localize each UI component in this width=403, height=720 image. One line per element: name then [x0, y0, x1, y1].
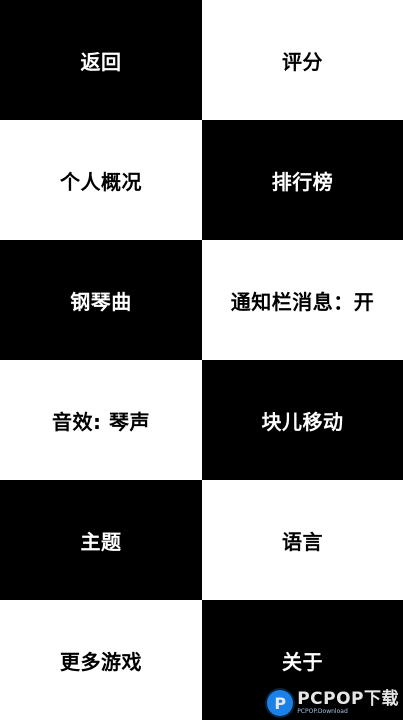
language-button[interactable]: 语言	[202, 480, 403, 600]
notification-toggle[interactable]: 通知栏消息：开	[202, 240, 403, 360]
watermark-text: PCPOP下载 PCPOP.Download	[297, 691, 399, 715]
back-label: 返回	[80, 49, 122, 74]
theme-button[interactable]: 主题	[0, 480, 202, 600]
block-move-button[interactable]: 块儿移动	[202, 360, 403, 480]
block-move-label: 块儿移动	[261, 409, 344, 434]
leaderboard-label: 排行榜	[271, 169, 334, 194]
profile-button[interactable]: 个人概况	[0, 120, 202, 240]
piano-songs-label: 钢琴曲	[70, 289, 132, 314]
notification-label: 通知栏消息：开	[230, 289, 375, 314]
watermark-sub: PCPOP.Download	[297, 708, 348, 715]
watermark: P PCPOP下载 PCPOP.Download	[267, 690, 399, 716]
settings-menu-grid: 返回 评分 个人概况 排行榜 钢琴曲 通知栏消息：开 音效: 琴声 块儿移动 主…	[0, 0, 403, 720]
pcpop-logo-icon: P	[267, 690, 294, 716]
theme-label: 主题	[80, 529, 122, 554]
sound-effect-button[interactable]: 音效: 琴声	[0, 360, 202, 480]
rate-label: 评分	[282, 49, 323, 74]
rate-button[interactable]: 评分	[202, 0, 403, 120]
profile-label: 个人概况	[60, 169, 142, 194]
about-label: 关于	[282, 649, 323, 674]
back-button[interactable]: 返回	[0, 0, 202, 120]
language-label: 语言	[282, 529, 323, 554]
watermark-brand: PCPOP下载	[297, 689, 399, 709]
sound-effect-label: 音效: 琴声	[52, 409, 150, 434]
more-games-button[interactable]: 更多游戏	[0, 600, 202, 720]
more-games-label: 更多游戏	[60, 649, 142, 674]
leaderboard-button[interactable]: 排行榜	[202, 120, 403, 240]
piano-songs-button[interactable]: 钢琴曲	[0, 240, 202, 360]
